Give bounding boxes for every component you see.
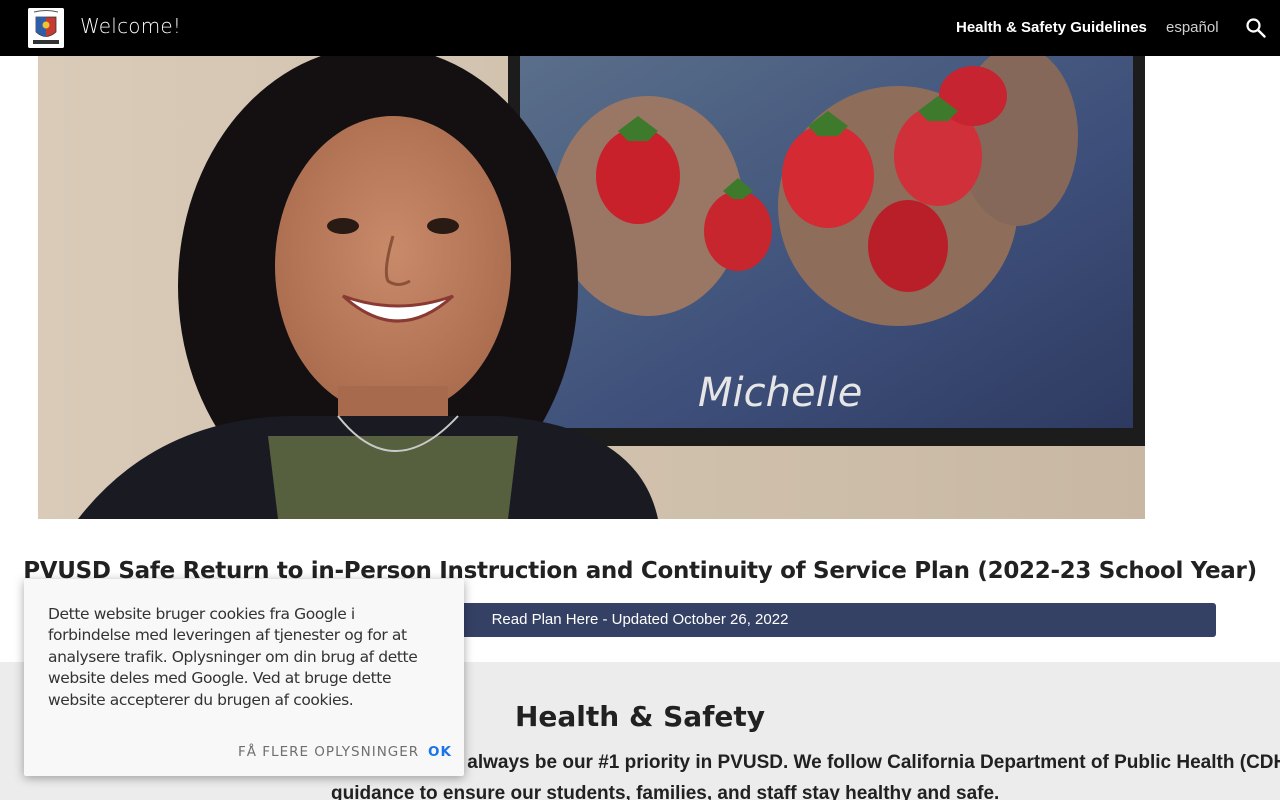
cookie-ok-button[interactable]: OK: [428, 744, 452, 760]
search-icon: [1246, 18, 1266, 38]
search-button[interactable]: [1244, 16, 1268, 40]
hero-illustration: Michelle: [38, 56, 1145, 519]
site-title[interactable]: Welcome!: [80, 14, 181, 38]
signature-text: Michelle: [698, 370, 862, 416]
school-crest-logo[interactable]: [28, 8, 64, 48]
nav-espanol[interactable]: español: [1166, 19, 1219, 36]
cookie-consent-dialog: Dette website bruger cookies fra Google …: [24, 579, 464, 776]
crest-icon: [28, 8, 64, 48]
nav-health-safety-guidelines[interactable]: Health & Safety Guidelines: [956, 19, 1147, 36]
cookie-more-info-button[interactable]: FÅ FLERE OPLYSNINGER: [238, 744, 419, 760]
cookie-message: Dette website bruger cookies fra Google …: [48, 605, 418, 709]
top-bar: Welcome! Health & Safety Guidelines espa…: [0, 0, 1280, 56]
hero-photo: Michelle: [38, 56, 1145, 519]
health-safety-text-line-2: guidance to ensure our students, familie…: [331, 783, 1000, 800]
